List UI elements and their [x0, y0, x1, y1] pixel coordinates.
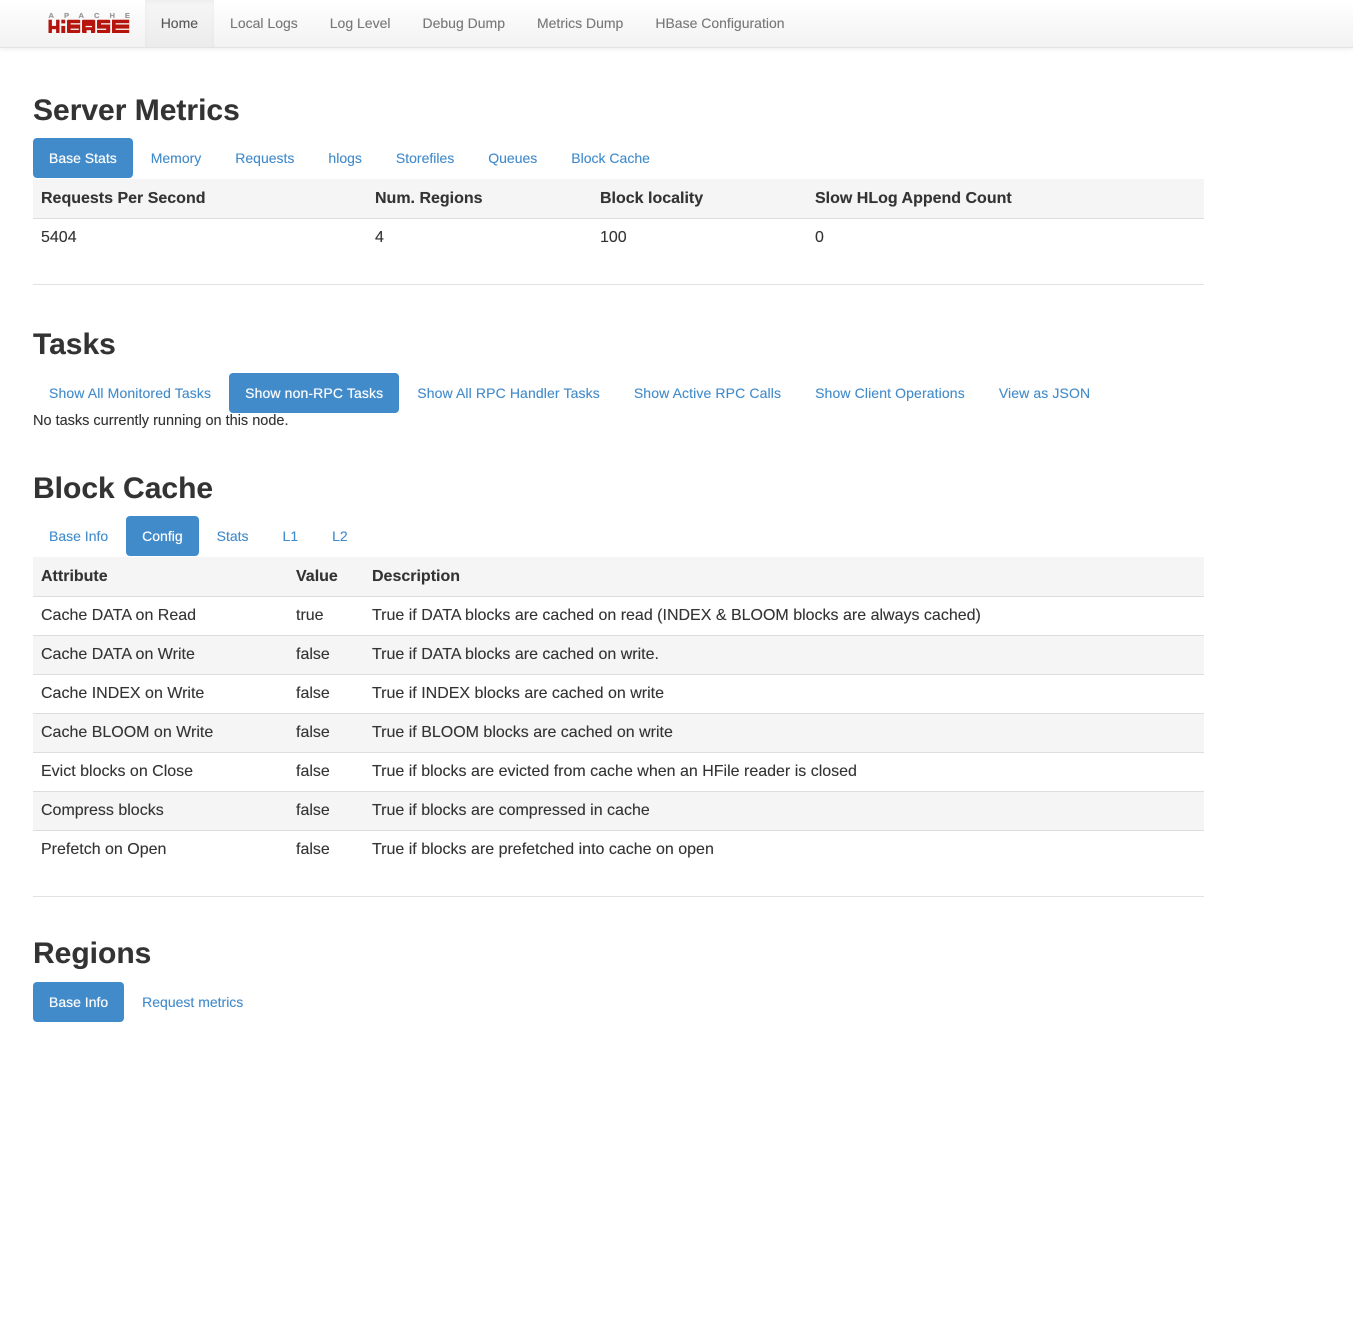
- svg-text:APACHE: APACHE: [49, 11, 131, 20]
